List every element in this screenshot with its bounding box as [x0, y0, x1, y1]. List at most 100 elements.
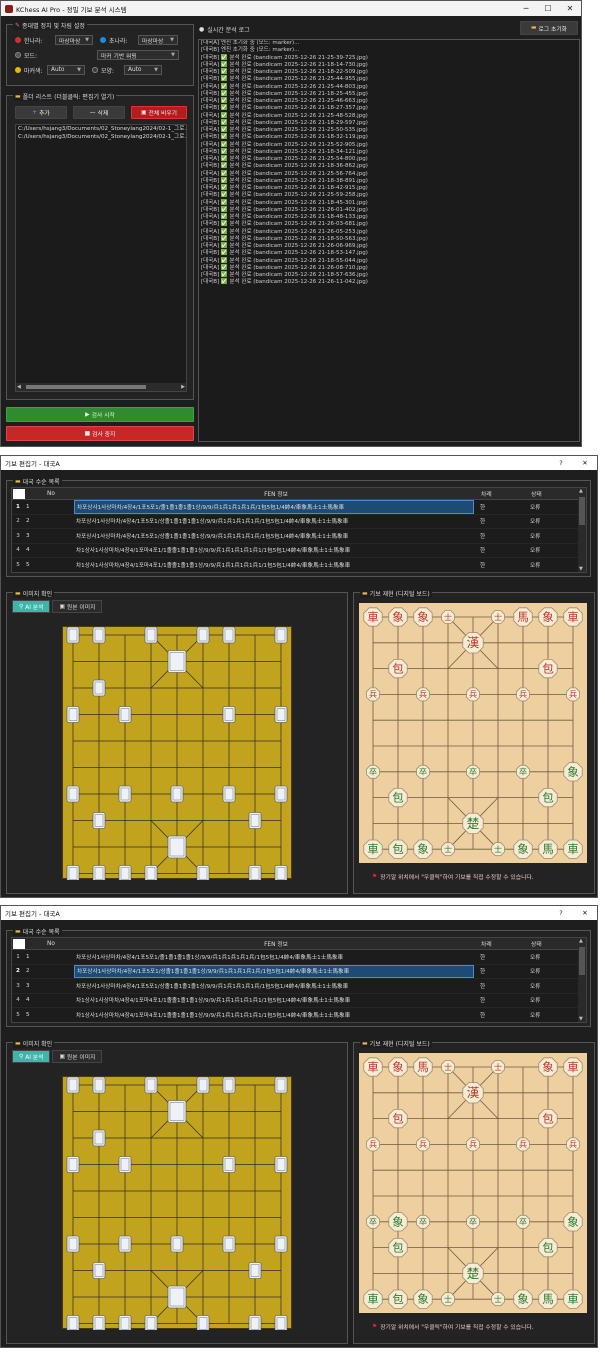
table-row[interactable]: 5 5 차1상사1사상마차/4장4/1포마4포1/1졸졸1졸1졸1상/9/9/兵1兵… [12, 1008, 586, 1022]
maximize-icon[interactable]: ☐ [537, 1, 559, 16]
board-piece[interactable]: 象 [413, 607, 433, 627]
folder-list-item[interactable]: C:/Users/hsjang3/Documents/02_Stoneylang… [16, 133, 186, 141]
col-state[interactable]: 상태 [525, 489, 575, 498]
table-scrollbar[interactable]: ▲ ▼ [578, 938, 586, 1022]
board-piece[interactable]: 卒 [516, 764, 530, 779]
board-piece[interactable]: 卒 [366, 764, 380, 779]
board-piece[interactable]: 兵 [516, 687, 530, 702]
select-all-corner[interactable] [13, 938, 25, 949]
table-scrollbar[interactable]: ▲ ▼ [578, 488, 586, 572]
digital-board-svg[interactable]: 車象馬士士象車漢包包兵兵兵兵兵卒卒卒卒卒包包楚車包象士士象馬車象象 [359, 1053, 587, 1313]
table-row[interactable]: 1 1 차포상사1사상마차/4장4/1포5포1/졸1졸1졸1졸1상/9/9/兵1兵1… [12, 950, 586, 965]
board-piece[interactable]: 漢 [462, 1082, 484, 1104]
board-piece[interactable]: 車 [563, 1057, 583, 1077]
board-piece[interactable]: 士 [491, 842, 505, 857]
tab-original-image[interactable]: ▣ 원본 이미지 [52, 600, 103, 613]
board-piece[interactable]: 象 [388, 607, 408, 627]
tab-original-image[interactable]: ▣ 원본 이미지 [52, 1050, 103, 1063]
board-piece[interactable]: 包 [388, 839, 408, 859]
board-piece[interactable]: 兵 [366, 1137, 380, 1152]
board-piece[interactable]: 楚 [462, 812, 484, 835]
moves-table[interactable]: No FEN 정보 차례 상태 1 1 차포상사1사상마차/4장4/1포5포1/졸1… [11, 937, 587, 1023]
table-row[interactable]: 4 4 차1상사1사상마차/4장4/1포마4포1/1졸졸1졸1졸1상/9/9/兵1兵… [12, 994, 586, 1008]
board-piece[interactable]: 車 [563, 607, 583, 627]
board-piece[interactable]: 車 [363, 1057, 383, 1077]
board-piece[interactable]: 象 [513, 1289, 533, 1309]
board-piece[interactable]: 士 [491, 1060, 505, 1074]
cho-combo[interactable]: 마상마상 ▼ [138, 35, 178, 45]
scroll-down-icon[interactable]: ▼ [579, 566, 583, 572]
table-scroll-thumb[interactable] [579, 497, 585, 525]
board-piece[interactable]: 卒 [516, 1214, 530, 1229]
board-piece[interactable]: 士 [491, 610, 505, 624]
board-piece[interactable]: 卒 [466, 764, 480, 779]
minimize-icon[interactable]: ─ [515, 1, 537, 16]
board-piece[interactable]: 象 [563, 762, 583, 782]
board-piece[interactable]: 馬 [413, 1057, 433, 1077]
board-piece[interactable]: 包 [388, 1237, 408, 1258]
folder-list[interactable]: C:/Users/hsjang3/Documents/02_Stoneylang… [15, 124, 187, 392]
clear-all-button[interactable]: ▣ 전체 비우기 [131, 106, 187, 119]
table-row[interactable]: 3 3 차포상사1사상마차/4장4/1포5포1/상졸1졸1졸1졸1상/9/9/兵1兵… [12, 979, 586, 994]
col-fen[interactable]: FEN 정보 [75, 938, 475, 949]
board-piece[interactable]: 車 [363, 607, 383, 627]
close-icon[interactable]: ✕ [573, 459, 597, 467]
stop-button[interactable]: ■ 검사 중지 [6, 426, 194, 441]
tab-ai-analysis[interactable]: ⚲ AI 분석 [12, 600, 51, 613]
marker-combo[interactable]: Auto ▼ [47, 65, 85, 75]
board-piece[interactable]: 兵 [366, 687, 380, 702]
col-turn[interactable]: 차례 [475, 489, 525, 498]
digital-board[interactable]: 車象象士士馬象車漢包包兵兵兵兵兵卒卒卒卒卒包包楚車包象士士象馬車象 [359, 603, 587, 863]
board-piece[interactable]: 兵 [466, 687, 480, 702]
board-piece[interactable]: 士 [441, 1060, 455, 1074]
board-piece[interactable]: 馬 [538, 839, 558, 859]
help-icon[interactable]: ? [549, 909, 573, 917]
board-piece[interactable]: 包 [388, 1109, 408, 1129]
table-row[interactable]: 1 1 차포상사1사상마차/4장4/1포5포1/졸1졸1졸1졸1상/9/9/兵1兵1… [12, 500, 586, 515]
board-piece[interactable]: 卒 [366, 1214, 380, 1229]
col-state[interactable]: 상태 [525, 939, 575, 948]
table-row[interactable]: 2 2 차포상사1사상마차/4장4/1포5포1/상졸1졸1졸1졸1상/9/9/兵1兵… [12, 964, 586, 979]
board-piece[interactable]: 馬 [513, 607, 533, 627]
board-piece[interactable]: 象 [413, 839, 433, 859]
scroll-thumb[interactable] [26, 385, 146, 389]
board-piece[interactable]: 卒 [416, 764, 430, 779]
start-button[interactable]: ▶ 검사 시작 [6, 407, 194, 422]
board-piece[interactable]: 漢 [462, 632, 484, 654]
board-piece[interactable]: 包 [538, 1237, 558, 1258]
board-piece[interactable]: 馬 [538, 1289, 558, 1309]
col-turn[interactable]: 차례 [475, 939, 525, 948]
horizontal-scrollbar[interactable]: ◀ ▶ [16, 383, 186, 391]
board-piece[interactable]: 包 [388, 659, 408, 679]
board-piece[interactable]: 兵 [566, 1137, 580, 1152]
board-piece[interactable]: 士 [441, 610, 455, 624]
help-icon[interactable]: ? [549, 459, 573, 467]
mode-combo[interactable]: 마커 기반 워핑 ▼ [97, 50, 179, 60]
shape-combo[interactable]: Auto ▼ [124, 65, 162, 75]
board-piece[interactable]: 包 [538, 1109, 558, 1129]
table-row[interactable]: 3 3 차포상사1사상마차/4장4/1포5포1/상졸1졸1졸1졸1상/9/9/兵1兵… [12, 529, 586, 544]
board-piece[interactable]: 士 [491, 1292, 505, 1307]
board-piece[interactable]: 包 [538, 787, 558, 808]
table-scroll-thumb[interactable] [579, 947, 585, 975]
table-row[interactable]: 5 5 차1상사1사상마차/4장4/1포마4포1/1졸졸1졸1졸1상/9/9/兵1兵… [12, 558, 586, 572]
board-piece[interactable]: 車 [363, 839, 383, 859]
scroll-down-icon[interactable]: ▼ [579, 1016, 583, 1022]
board-piece[interactable]: 楚 [462, 1262, 484, 1285]
board-piece[interactable]: 象 [413, 1289, 433, 1309]
board-piece[interactable]: 象 [513, 839, 533, 859]
board-piece[interactable]: 士 [441, 842, 455, 857]
board-piece[interactable]: 車 [563, 1289, 583, 1309]
board-piece[interactable]: 象 [388, 1212, 408, 1232]
col-no[interactable]: No [25, 491, 75, 497]
board-piece[interactable]: 車 [363, 1289, 383, 1309]
add-button[interactable]: + 추가 [15, 106, 67, 119]
folder-list-item[interactable]: C:/Users/hsjang3/Documents/02_Stoneylang… [16, 125, 186, 133]
board-piece[interactable]: 士 [441, 1292, 455, 1307]
board-piece[interactable]: 象 [538, 607, 558, 627]
moves-table[interactable]: No FEN 정보 차례 상태 1 1 차포상사1사상마차/4장4/1포5포1/졸1… [11, 487, 587, 573]
tab-ai-analysis[interactable]: ⚲ AI 분석 [12, 1050, 51, 1063]
scroll-up-icon[interactable]: ▲ [579, 938, 583, 944]
log-textarea[interactable]: [대국A] 엔진 초기화 중 (모드: marker)... [대국B] 엔진 … [198, 39, 580, 442]
board-piece[interactable]: 象 [538, 1057, 558, 1077]
